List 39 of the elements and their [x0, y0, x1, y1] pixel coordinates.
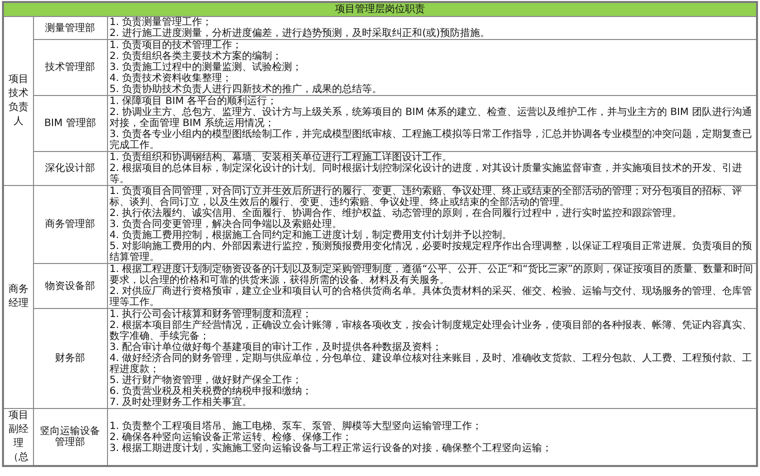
duty-text: 1. 执行公司会计核算和财务管理制度和流程； [110, 309, 312, 320]
duty-text: 2. 根据项目的总体目标，制定深化设计的计划。同时根据计划控制深化设计的进度，对其设计质量实施监督审查，并实施项目技术的开发、引进等。 [110, 163, 744, 185]
duty-text: 5. 负责协助技术负责人进行四新技术的推广，成果的总结等。 [110, 84, 384, 95]
department-cell: 财务部 [33, 308, 107, 408]
duty-text: 2. 负责组织各类主要技术方案的编制； [110, 51, 282, 62]
department-cell: 技术管理部 [33, 40, 107, 96]
duty-text: 3. 负责各专业小组内的模型图纸绘制工作，并完成模型图纸审核、工程施工模拟等日常工作指导，汇总并协调各专业模型的冲突问题，定期复查已完成工作。 [110, 129, 754, 151]
department-cell: 测量管理部 [33, 16, 107, 40]
duty-text: 2. 协调业主方、总包方、监理方、设计方与上级关系，统筹项目的 BIM 体系的建立、检查、运营以及维护工作，并与业主方的 BIM 团队进行沟通对接，全面管理 BIM 系统运用情况； [110, 107, 753, 129]
duty-text: 3. 配合审计单位做好每个基建项目的审计工作，及时提供各种数据及资料； [110, 342, 442, 353]
duty-text: 6. 负责营业税及相关税费的纳税申报和缴纳； [110, 386, 314, 397]
duty-text: 3. 根据工期进度计划，实施施工竖向运输设备与工程正常运行设备的对接，确保整个工程竖向运输； [110, 442, 554, 454]
duty-text: 2. 对供应厂商进行资格预审，建立企业和项目认可的合格供货商名单。具体负责材料的采买、催交、检验、运输与交付、现场服务的管理、仓库管理等工作。 [110, 286, 754, 308]
table-title: 项目管理层岗位职责 [3, 2, 757, 16]
role-cell: 项目技术负责人 [3, 16, 33, 186]
duty-text: 5. 进行财产物资管理，做好财产保全工作； [110, 375, 304, 386]
duty-text: 1. 负责项目合同管理，对合同订立并生效后所进行的履行、变更、违约索赔、争议处理、终止或结束的全部活动的管理；对分包项目的招标、评标、谈判、合同订立，以及生效后的履行、变更、违约索赔、争议处理、终止或结束的全部活动的管理。 [110, 186, 744, 208]
duty-text: 1. 负责组织和协调钢结构、幕墙、安装相关单位进行工程施工详图设计工作。 [110, 152, 452, 163]
duty-text: 1. 负责项目的技术管理工作； [110, 40, 242, 51]
duty-text: 1. 负责测量管理工作； [110, 17, 214, 28]
duty-text: 1. 根据工程进度计划制定物资设备的计划以及制定采购管理制度，遵循“公平、公开、公正”和“货比三家”的原则，保证按项目的质量、数量和时间要求，以合理的价格和可靠的供货来源，获得所需的设备、材料及有关服务。 [110, 264, 754, 286]
duty-text: 1. 负责整个工程项目塔吊、施工电梯、泵车、泵管、脚模等大型竖向运输管理工作； [110, 420, 484, 432]
duty-text: 5. 对影响施工费用的内、外部因素进行监控，预测预报费用变化情况，必要时按规定程序作出合理调整，以保证工程项目正常进展。负责项目的预结算管理。 [110, 241, 754, 263]
duty-text: 7. 及时处理财务工作相关事宜。 [110, 397, 254, 408]
department-cell: 深化设计部 [33, 152, 107, 186]
duty-text: 1. 保障项目 BIM 各平台的顺利运行； [110, 96, 278, 107]
role-cell: 商务经理 [3, 186, 33, 408]
duty-text: 3. 负责施工过程中的测量监测、试验检测； [110, 62, 304, 73]
duty-text: 2. 进行施工进度测量，分析进度偏差，进行趋势预测，及时采取纠正和(或)预防措施。 [110, 28, 492, 39]
department-cell: 商务管理部 [33, 186, 107, 264]
duty-text: 2. 根据本项目部生产经营情况，正确设立会计账簿，审核各项收支，按会计制度规定处理会计业务，使项目部的各种报表、帐簿、凭证内容真实、数字准确、手续完备； [110, 320, 754, 342]
duty-text: 4. 做好经济合同的财务管理，定期与供应单位，分包单位、建设单位核对往来账目，及时、准确收支货款、工程分包款、人工费、工程预付款、工程进度款； [110, 353, 754, 375]
department-cell: 物资设备部 [33, 264, 107, 308]
department-cell: BIM 管理部 [33, 96, 107, 152]
duty-text: 2. 执行依法履约、诚实信用、全面履行、协调合作、维护权益、动态管理的原则，在合同履行过程中，进行实时监控和跟踪管理。 [110, 208, 684, 219]
duty-text: 2. 确保各种竖向运输设备正常运转、检修、保修工作； [110, 432, 354, 442]
duty-text: 4. 负责施工费用控制，根据施工合同约定和施工进度计划，制定费用支付计划并予以控制。 [110, 230, 512, 241]
duty-text: 3. 负责合同变更管理，解决合同争端以及索赔处理。 [110, 219, 342, 230]
duty-text: 4. 负责技术资料收集整理； [110, 73, 234, 84]
